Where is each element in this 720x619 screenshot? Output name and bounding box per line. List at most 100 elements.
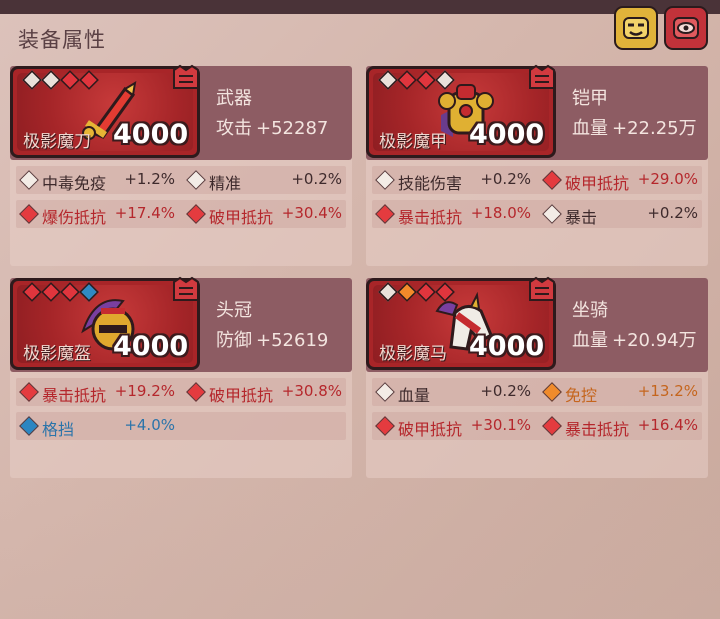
attribute-value: +18.0% [470,204,531,222]
attribute-value: +29.0% [637,170,698,188]
attribute-name: 中毒免疫 [42,174,107,193]
attribute-cell: 血量 +0.2% [372,378,537,406]
equipment-name: 极影魔盔 [23,344,91,364]
attribute-value: +19.2% [114,382,175,400]
main-stat-value: +22.25万 [612,118,697,139]
main-stat: 攻击 +52287 [216,114,328,140]
gem-icon [378,282,398,302]
attribute-name: 暴击抵抗 [42,386,107,405]
attribute-cell: 破甲抵抗 +30.8% [183,378,348,406]
attribute-value: +0.2% [480,382,531,400]
attribute-name: 精准 [209,174,242,193]
rank-badge-icon [526,274,558,304]
equipment-card: 极影魔马 4000 坐骑 血量 +20.94万 血量 +0.2% 免控 +13.2… [366,276,708,478]
main-stat-label: 攻击 [216,118,252,139]
attribute-row: 暴击抵抗 +19.2% 破甲抵抗 +30.8% [16,378,346,406]
attribute-row: 爆伤抵抗 +17.4% 破甲抵抗 +30.4% [16,200,346,228]
gem-icon [41,70,61,90]
attribute-cell: 暴击抵抗 +16.4% [539,412,704,440]
gem-icon [22,70,42,90]
attribute-row: 破甲抵抗 +30.1% 暴击抵抗 +16.4% [372,412,702,440]
equipment-power: 4000 [469,331,545,362]
main-stat-label: 防御 [216,330,252,351]
attribute-name: 破甲抵抗 [209,386,274,405]
face-icon [623,17,649,39]
attribute-cell: 暴击抵抗 +18.0% [372,200,537,228]
attribute-cell: 破甲抵抗 +30.1% [372,412,537,440]
attribute-diamond-icon [186,204,206,224]
attribute-name: 破甲抵抗 [398,420,463,439]
attribute-diamond-icon [19,416,39,436]
equipment-type: 武器 [216,88,252,109]
attribute-cell: 破甲抵抗 +29.0% [539,166,704,194]
attribute-name: 格挡 [42,420,75,439]
equipment-power: 4000 [113,331,189,362]
attribute-name: 破甲抵抗 [565,174,630,193]
attribute-name: 血量 [398,386,431,405]
attribute-name: 免控 [565,386,598,405]
attribute-diamond-icon [375,382,395,402]
attribute-diamond-icon [19,204,39,224]
face-icon-button[interactable] [614,6,658,50]
attribute-diamond-icon [375,170,395,190]
attribute-row: 中毒免疫 +1.2% 精准 +0.2% [16,166,346,194]
main-stat: 血量 +20.94万 [572,326,697,352]
gem-icon [22,282,42,302]
attribute-value: +13.2% [637,382,698,400]
equipment-power: 4000 [113,119,189,150]
page-title: 装备属性 [18,28,106,52]
attribute-name: 技能伤害 [398,174,463,193]
attribute-value: +16.4% [637,416,698,434]
equipment-card: 极影魔盔 4000 头冠 防御 +52619 暴击抵抗 +19.2% 破甲抵抗 +… [10,276,352,478]
attribute-diamond-icon [19,170,39,190]
attribute-value: +0.2% [291,170,342,188]
attribute-name: 破甲抵抗 [209,208,274,227]
attribute-row: 格挡 +4.0% [16,412,346,440]
attribute-cell: 暴击 +0.2% [539,200,704,228]
equipment-name: 极影魔甲 [379,132,447,152]
equipment-card: 极影魔甲 4000 铠甲 血量 +22.25万 技能伤害 +0.2% 破甲抵抗 +… [366,64,708,266]
attribute-diamond-icon [375,204,395,224]
equipment-card: 极影魔刀 4000 武器 攻击 +52287 中毒免疫 +1.2% 精准 +0.2… [10,64,352,266]
attribute-value: +4.0% [124,416,175,434]
equipment-name: 极影魔马 [379,344,447,364]
attribute-value: +30.4% [281,204,342,222]
gem-icon [397,282,417,302]
attribute-name: 暴击抵抗 [398,208,463,227]
attribute-cell: 暴击抵抗 +19.2% [16,378,181,406]
attribute-value: +0.2% [647,204,698,222]
attribute-cell: 破甲抵抗 +30.4% [183,200,348,228]
attribute-diamond-icon [19,382,39,402]
attribute-diamond-icon [375,416,395,436]
attribute-cell: 技能伤害 +0.2% [372,166,537,194]
attribute-name: 暴击抵抗 [565,420,630,439]
eye-icon-button[interactable] [664,6,708,50]
top-bar [0,0,720,14]
attribute-cell: 精准 +0.2% [183,166,348,194]
equipment-type: 坐骑 [572,300,608,321]
attribute-name: 暴击 [565,208,598,227]
gem-icon [378,70,398,90]
attribute-cell: 格挡 +4.0% [16,412,181,440]
rank-badge-icon [526,62,558,92]
main-stat-value: +52619 [256,330,329,351]
attribute-value: +0.2% [480,170,531,188]
main-stat: 防御 +52619 [216,326,328,352]
gem-icon [397,70,417,90]
attribute-diamond-icon [186,170,206,190]
attribute-row: 技能伤害 +0.2% 破甲抵抗 +29.0% [372,166,702,194]
gem-icon [41,282,61,302]
attribute-value: +17.4% [114,204,175,222]
attribute-cell: 免控 +13.2% [539,378,704,406]
rank-badge-icon [170,274,202,304]
attribute-value: +30.8% [281,382,342,400]
attribute-row: 血量 +0.2% 免控 +13.2% [372,378,702,406]
attribute-diamond-icon [186,382,206,402]
main-stat: 血量 +22.25万 [572,114,697,140]
attribute-row: 暴击抵抗 +18.0% 暴击 +0.2% [372,200,702,228]
eye-icon [673,17,699,39]
attribute-value: +1.2% [124,170,175,188]
equipment-type: 头冠 [216,300,252,321]
attribute-name: 爆伤抵抗 [42,208,107,227]
background-fade [0,480,720,619]
